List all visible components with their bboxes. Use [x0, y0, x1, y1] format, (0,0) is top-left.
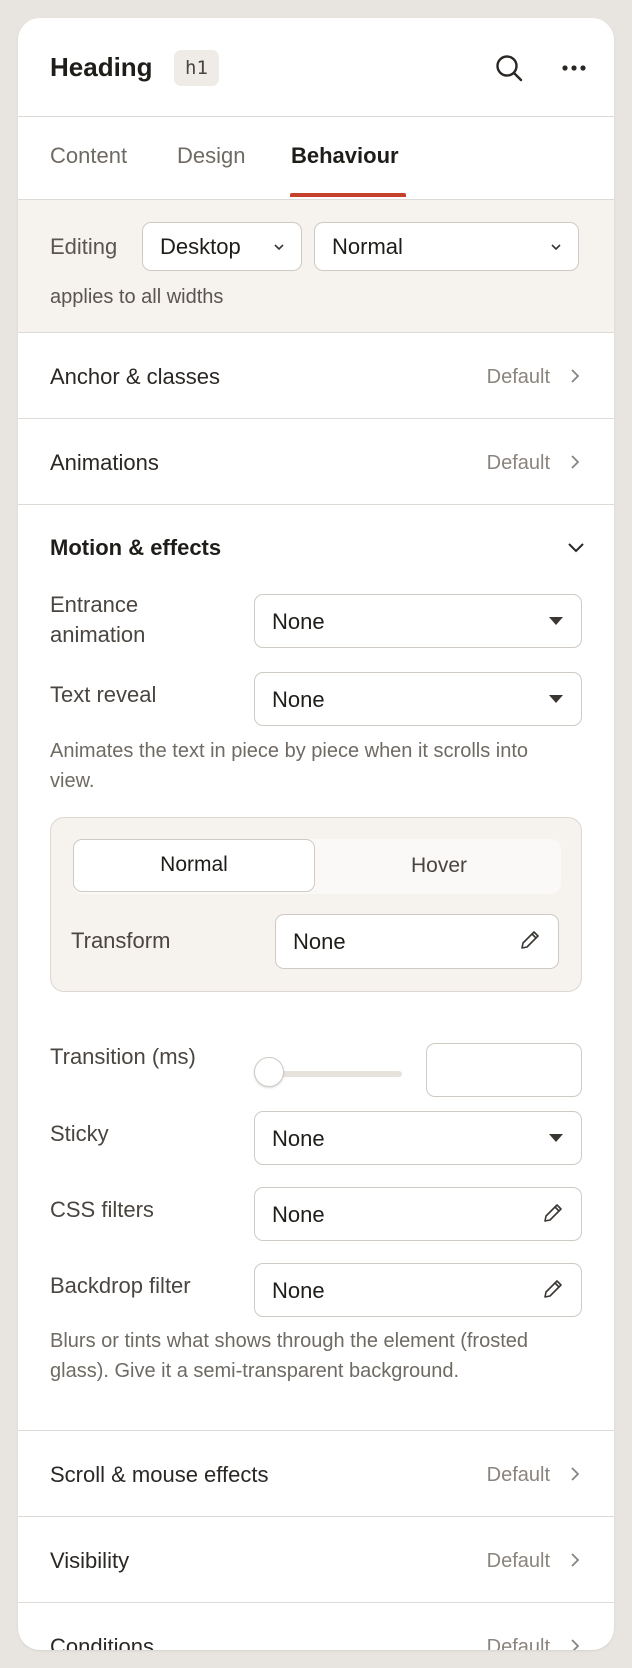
- caret-down-icon: [549, 695, 563, 703]
- backdrop-filter-field[interactable]: None: [254, 1263, 582, 1317]
- settings-tabs: Content Design Behaviour: [18, 117, 614, 200]
- chevron-right-icon: [571, 455, 580, 469]
- device-select[interactable]: Desktop: [142, 222, 302, 271]
- state-select-value: Normal: [332, 234, 403, 259]
- sticky-select[interactable]: None: [254, 1111, 582, 1165]
- entrance-animation-label: Entrance animation: [50, 592, 146, 647]
- entrance-animation-value: None: [272, 609, 325, 634]
- section-title: Anchor & classes: [50, 364, 220, 389]
- sticky-value: None: [272, 1126, 325, 1151]
- backdrop-filter-value: None: [272, 1278, 325, 1303]
- transition-slider-handle[interactable]: [254, 1057, 284, 1087]
- text-reveal-label: Text reveal: [50, 682, 157, 707]
- caret-down-icon: [549, 617, 563, 625]
- pencil-icon[interactable]: [541, 1277, 565, 1301]
- section-anchor-classes[interactable]: Anchor & classes Default: [18, 333, 614, 419]
- chevron-down-icon: [274, 244, 284, 251]
- state-hover-button[interactable]: Hover: [317, 839, 561, 892]
- panel-header: Heading h1: [18, 18, 614, 117]
- editing-label: Editing: [50, 234, 118, 259]
- state-select[interactable]: Normal: [314, 222, 579, 271]
- section-title: Animations: [50, 450, 159, 475]
- section-title: Scroll & mouse effects: [50, 1462, 269, 1487]
- chevron-right-icon: [571, 1553, 580, 1567]
- section-status: Default: [486, 1464, 550, 1486]
- text-reveal-help: Animates the text in piece by piece when…: [50, 740, 529, 792]
- chevron-down-icon[interactable]: [564, 535, 588, 559]
- section-title: Visibility: [50, 1548, 130, 1573]
- transform-field[interactable]: None: [275, 914, 559, 969]
- pencil-icon[interactable]: [541, 1201, 565, 1225]
- transform-label: Transform: [71, 928, 171, 953]
- css-filters-label: CSS filters: [50, 1197, 154, 1222]
- transition-input[interactable]: [426, 1043, 582, 1097]
- section-scroll-mouse-effects[interactable]: Scroll & mouse effects Default: [18, 1431, 614, 1517]
- section-title: Conditions: [50, 1634, 154, 1650]
- sticky-label: Sticky: [50, 1121, 109, 1146]
- section-conditions[interactable]: Conditions Default: [18, 1603, 614, 1650]
- tag-badge: h1: [174, 50, 219, 86]
- entrance-animation-select[interactable]: None: [254, 594, 582, 648]
- element-title: Heading: [50, 52, 153, 82]
- backdrop-filter-label: Backdrop filter: [50, 1273, 191, 1298]
- chevron-down-icon: [551, 244, 561, 251]
- section-status: Default: [486, 366, 550, 388]
- editing-scope-note: applies to all widths: [50, 286, 224, 308]
- more-horizontal-icon[interactable]: [558, 52, 590, 84]
- css-filters-value: None: [272, 1202, 325, 1227]
- text-reveal-select[interactable]: None: [254, 672, 582, 726]
- section-animations[interactable]: Animations Default: [18, 419, 614, 505]
- text-reveal-value: None: [272, 687, 325, 712]
- editing-context-bar: Editing Desktop Normal applies to all wi…: [18, 200, 614, 333]
- section-status: Default: [486, 1636, 550, 1650]
- transition-label: Transition (ms): [50, 1044, 196, 1069]
- state-normal-button[interactable]: Normal: [73, 839, 315, 892]
- section-status: Default: [486, 452, 550, 474]
- chevron-right-icon: [571, 1639, 580, 1650]
- backdrop-filter-help: Blurs or tints what shows through the el…: [50, 1330, 529, 1382]
- state-segmented-control: Normal Hover: [73, 839, 561, 894]
- element-settings-panel: Heading h1 Content Design Behaviour Edit…: [18, 18, 614, 1650]
- device-select-value: Desktop: [160, 234, 241, 259]
- section-title[interactable]: Motion & effects: [50, 535, 221, 561]
- caret-down-icon: [549, 1134, 563, 1142]
- section-status: Default: [486, 1550, 550, 1572]
- css-filters-field[interactable]: None: [254, 1187, 582, 1241]
- chevron-right-icon: [571, 369, 580, 383]
- chevron-right-icon: [571, 1467, 580, 1481]
- tab-behaviour[interactable]: Behaviour: [291, 143, 399, 169]
- state-group: Normal Hover Transform None: [50, 817, 582, 992]
- tab-content[interactable]: Content: [50, 143, 127, 169]
- tab-design[interactable]: Design: [177, 143, 245, 169]
- search-icon[interactable]: [493, 52, 525, 84]
- transform-value: None: [293, 929, 346, 954]
- section-visibility[interactable]: Visibility Default: [18, 1517, 614, 1603]
- active-tab-indicator: [290, 193, 406, 197]
- pencil-icon[interactable]: [518, 928, 542, 952]
